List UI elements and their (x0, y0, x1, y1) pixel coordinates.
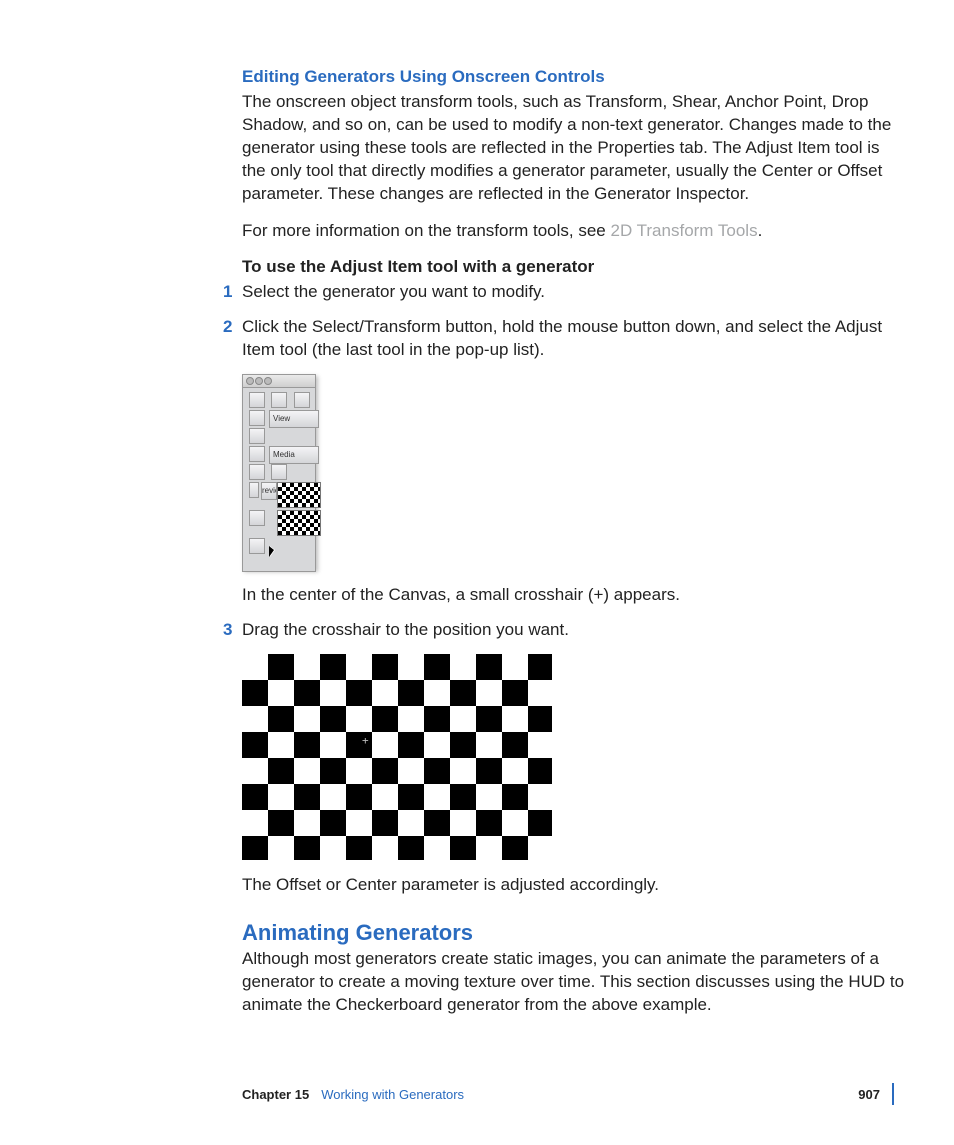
footer-chapter-title: Working with Generators (321, 1087, 464, 1102)
section-heading-editing: Editing Generators Using Onscreen Contro… (242, 66, 906, 87)
traffic-light-close-icon (246, 377, 254, 385)
para2-text-a: For more information on the transform to… (242, 221, 611, 240)
step-1: Select the generator you want to modify. (242, 281, 906, 304)
body-para-2: For more information on the transform to… (242, 220, 906, 243)
checker-thumb-2-icon (277, 510, 321, 536)
pointer-tool-icon (249, 410, 265, 426)
media-button: Media (269, 446, 319, 464)
window-titlebar (242, 374, 316, 387)
traffic-light-min-icon (255, 377, 263, 385)
adjust-item-tool-icon (249, 538, 265, 554)
traffic-light-zoom-icon (264, 377, 272, 385)
cursor-icon (269, 546, 274, 557)
anchor-tool-icon (249, 428, 265, 444)
hand-tool-icon (294, 392, 310, 408)
section-heading-animating: Animating Generators (242, 919, 906, 947)
circle-tool-icon (249, 482, 259, 498)
step-2: Click the Select/Transform button, hold … (242, 316, 906, 362)
shape-tool-icon (249, 446, 265, 462)
footer-rule-icon (892, 1083, 894, 1105)
figure-checkerboard: + (242, 654, 552, 860)
para2-text-b: . (758, 221, 763, 240)
after-fig2-text: The Offset or Center parameter is adjust… (242, 874, 906, 897)
body-para-1: The onscreen object transform tools, suc… (242, 91, 906, 206)
rotate-tool-icon (271, 392, 287, 408)
task-heading: To use the Adjust Item tool with a gener… (242, 257, 906, 277)
footer-chapter: Chapter 15 (242, 1087, 309, 1102)
footer-page-number: 907 (858, 1087, 880, 1102)
dropdown-icon (271, 464, 287, 480)
after-fig1-text: In the center of the Canvas, a small cro… (242, 584, 906, 607)
review-button: review (261, 482, 277, 500)
step-3: Drag the crosshair to the position you w… (242, 619, 906, 642)
figure-toolbar: View Media review (242, 374, 316, 570)
checker-thumb-1-icon (277, 482, 321, 508)
toolbar-body: View Media review (242, 387, 316, 572)
link-2d-transform-tools[interactable]: 2D Transform Tools (611, 221, 758, 240)
page-footer: Chapter 15 Working with Generators 907 (242, 1073, 906, 1105)
arrow-tool-icon (249, 392, 265, 408)
path-tool-icon (249, 510, 265, 526)
body-para-animating: Although most generators create static i… (242, 948, 906, 1017)
mask-tool-icon (249, 464, 265, 480)
crosshair-icon: + (362, 734, 369, 747)
view-button: View (269, 410, 319, 428)
